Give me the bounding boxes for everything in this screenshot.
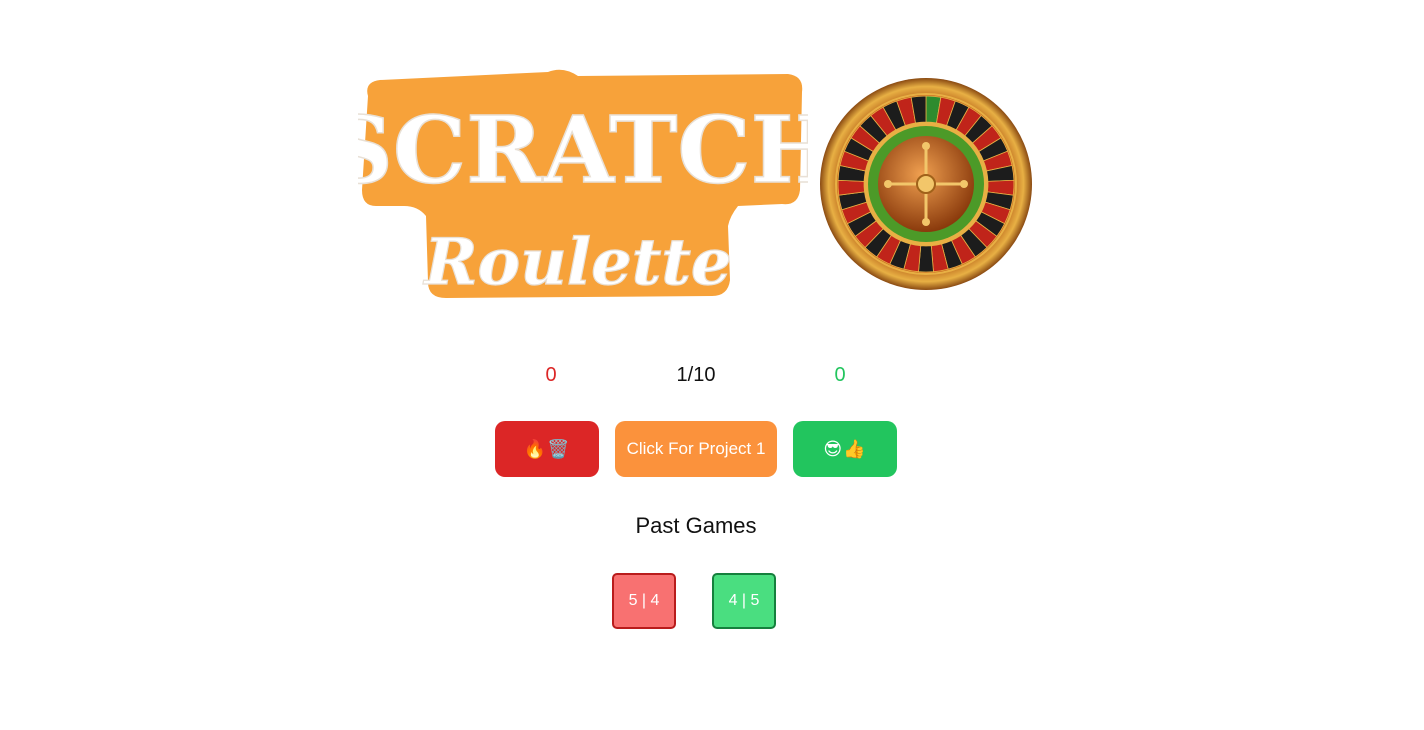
logo-line1: SCRATCH [358, 96, 808, 204]
logo-line2: Roulette [422, 225, 731, 300]
good-count: 0 [834, 364, 846, 386]
progress-counter: 1/10 [676, 364, 716, 386]
past-game-card[interactable]: 4 | 5 [712, 573, 776, 629]
fire-trash-icon: 🔥🗑️ [523, 438, 571, 459]
page: SCRATCH Roulette 0 1/10 0 🔥🗑️ Click For … [0, 0, 1424, 730]
roulette-wheel-icon [818, 76, 1034, 292]
bad-count: 0 [545, 364, 557, 386]
trash-vote-button[interactable]: 🔥🗑️ [495, 421, 599, 477]
open-project-button[interactable]: Click For Project 1 [615, 421, 777, 477]
like-vote-button[interactable]: 😎👍 [793, 421, 897, 477]
past-game-card[interactable]: 5 | 4 [612, 573, 676, 629]
scratch-roulette-logo: SCRATCH Roulette [358, 66, 808, 302]
past-games-title: Past Games [635, 513, 757, 538]
cool-thumbs-up-icon: 😎👍 [823, 438, 867, 459]
